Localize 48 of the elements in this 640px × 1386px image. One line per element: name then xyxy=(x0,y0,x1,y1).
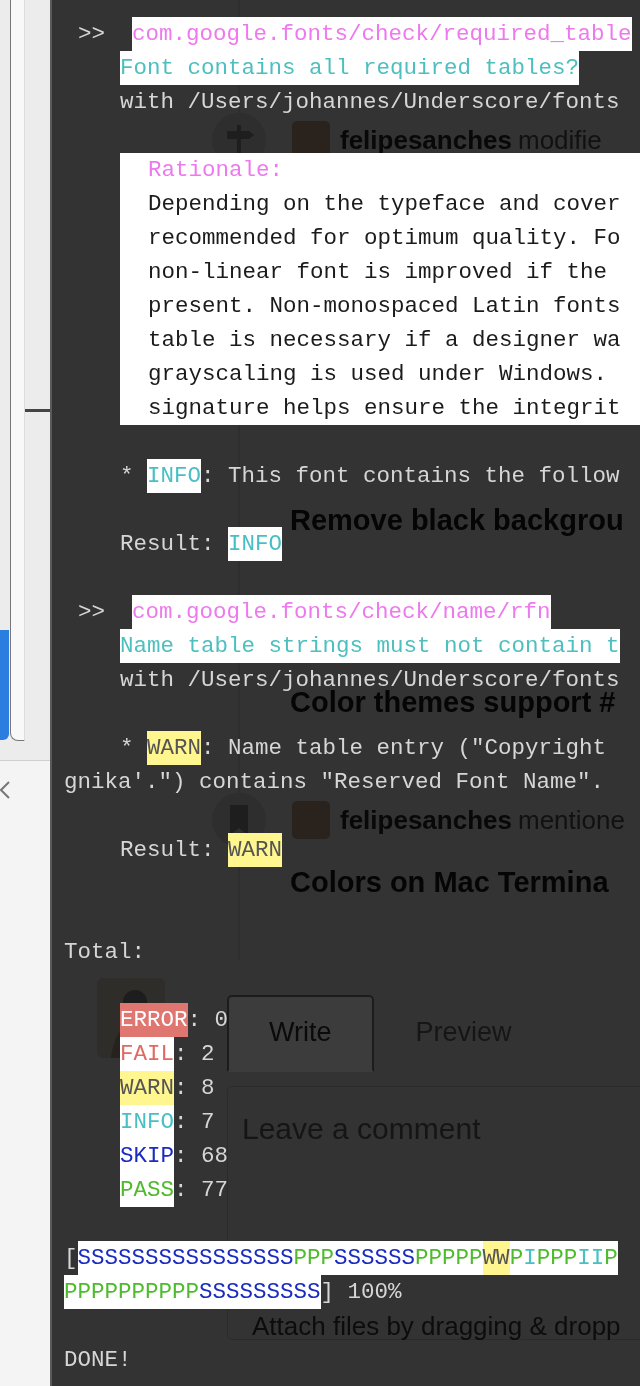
check-id: com.google.fonts/check/required_table xyxy=(132,17,632,51)
check-description: Font contains all required tables? xyxy=(120,51,580,85)
done-message: DONE! xyxy=(64,1346,132,1375)
prompt-marker: >> xyxy=(78,598,105,627)
result-label: Result: xyxy=(120,836,215,865)
progress-letters: PPPPPPPPPP xyxy=(64,1275,200,1309)
message-text: : This font contains the follow xyxy=(201,462,620,491)
status-count: : 68 xyxy=(174,1142,229,1171)
progress-letters: PPP xyxy=(293,1241,335,1275)
progress-percent: ] 100% xyxy=(320,1278,402,1307)
status-label: ERROR xyxy=(120,1003,188,1037)
status-label: SKIP xyxy=(120,1139,174,1173)
progress-letters: P xyxy=(604,1241,618,1275)
bullet-marker: * xyxy=(120,734,134,763)
status-label: INFO xyxy=(120,1105,174,1139)
rationale-text: Depending on the typeface and cover recommended for optimum quality. Fo non-linear font is improved if the present. Non-monospaced Latin fonts table is necessary if a designer wa grayscaling is used under Windows. signature helps ensure the integrit xyxy=(148,190,622,423)
status-count: : 8 xyxy=(174,1074,215,1103)
progress-bracket: [ xyxy=(64,1244,78,1273)
message-text: : Name table entry ("Copyright xyxy=(201,734,607,763)
status-label: INFO xyxy=(228,527,283,561)
status-count: : 2 xyxy=(174,1040,215,1069)
check-id: com.google.fonts/check/name/rfn xyxy=(132,595,551,629)
message-text: gnika'.") contains "Reserved Font Name". xyxy=(64,768,605,797)
bullet-marker: * xyxy=(120,462,134,491)
status-label: WARN xyxy=(120,1071,174,1105)
status-label: INFO xyxy=(147,459,202,493)
status-label: WARN xyxy=(147,731,202,765)
status-count: : 7 xyxy=(174,1108,215,1137)
progress-letters: SSSSSSSSSSSSSSSS xyxy=(77,1241,294,1275)
status-label: FAIL xyxy=(120,1037,174,1071)
progress-letters: SSSSSSSSS xyxy=(199,1275,321,1309)
progress-letters: PPP xyxy=(536,1241,578,1275)
back-icon[interactable] xyxy=(0,781,10,799)
progress-letters: PPPPP xyxy=(415,1241,483,1275)
status-label: WARN xyxy=(228,833,283,867)
progress-letters: I xyxy=(523,1241,537,1275)
status-count: : 77 xyxy=(174,1176,229,1205)
font-path: with /Users/johannes/Underscore/fonts xyxy=(120,666,620,693)
result-label: Result: xyxy=(120,530,215,559)
rationale-label: Rationale: xyxy=(148,156,285,185)
font-path: with /Users/johannes/Underscore/fonts xyxy=(120,88,620,117)
total-label: Total: xyxy=(64,938,145,967)
status-count: : 0 xyxy=(187,1006,229,1035)
check-description: Name table strings must not contain t xyxy=(120,629,620,663)
status-label: PASS xyxy=(120,1173,174,1207)
prompt-marker: >> xyxy=(78,20,105,49)
progress-letters: SSSSSS xyxy=(334,1241,416,1275)
progress-letters: II xyxy=(577,1241,605,1275)
